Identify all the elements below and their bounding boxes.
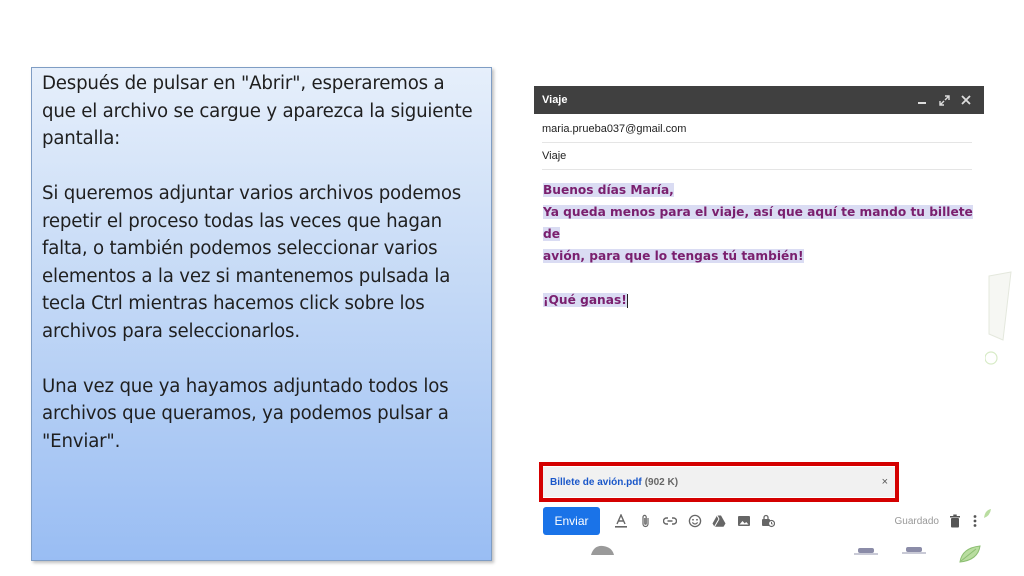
decorative-shape-right	[985, 271, 1012, 365]
minimize-icon[interactable]	[912, 90, 932, 110]
decorative-footprints-icon	[854, 547, 926, 555]
attach-icon[interactable]	[638, 513, 654, 529]
subject-field[interactable]: Viaje	[542, 143, 972, 170]
instruction-paragraph-2: Si queremos adjuntar varios archivos pod…	[42, 183, 462, 342]
saved-status: Guardado	[894, 515, 939, 527]
text-caret	[626, 293, 628, 308]
link-icon[interactable]	[662, 513, 678, 529]
expand-icon[interactable]	[934, 90, 954, 110]
body-line-1: Buenos días María,	[543, 183, 674, 197]
drive-icon[interactable]	[711, 513, 727, 529]
format-text-icon[interactable]	[613, 513, 629, 529]
instruction-paragraph-3: Una vez que ya hayamos adjuntado todos l…	[42, 375, 449, 452]
to-field[interactable]: maria.prueba037@gmail.com	[542, 116, 972, 143]
decorative-sprout-icon	[984, 509, 991, 518]
image-icon[interactable]	[736, 513, 752, 529]
close-icon[interactable]	[956, 90, 976, 110]
emoji-icon[interactable]	[687, 513, 703, 529]
compose-toolbar: Enviar Guardado	[543, 507, 983, 535]
instruction-paragraph-1: Después de pulsar en "Abrir", esperaremo…	[42, 73, 473, 149]
send-button[interactable]: Enviar	[543, 507, 600, 535]
decorative-stone-icon	[591, 545, 614, 555]
more-options-icon[interactable]	[967, 513, 983, 529]
instruction-panel: Después de pulsar en "Abrir", esperaremo…	[31, 67, 492, 561]
recipient-email: maria.prueba037@gmail.com	[542, 123, 687, 135]
subject-text: Viaje	[542, 150, 567, 162]
body-line-2: Ya queda menos para el viaje, así que aq…	[543, 205, 973, 241]
message-body[interactable]: Buenos días María, Ya queda menos para e…	[543, 179, 973, 311]
body-line-4: ¡Qué ganas!	[543, 293, 627, 307]
decorative-leaf-icon	[959, 545, 981, 563]
confidential-icon[interactable]	[760, 513, 776, 529]
compose-title: Viaje	[542, 94, 568, 106]
trash-icon[interactable]	[947, 513, 963, 529]
body-line-3: avión, para que lo tengas tú también!	[543, 249, 804, 263]
compose-header: Viaje	[534, 86, 984, 114]
attachment-highlight-frame	[539, 462, 899, 502]
